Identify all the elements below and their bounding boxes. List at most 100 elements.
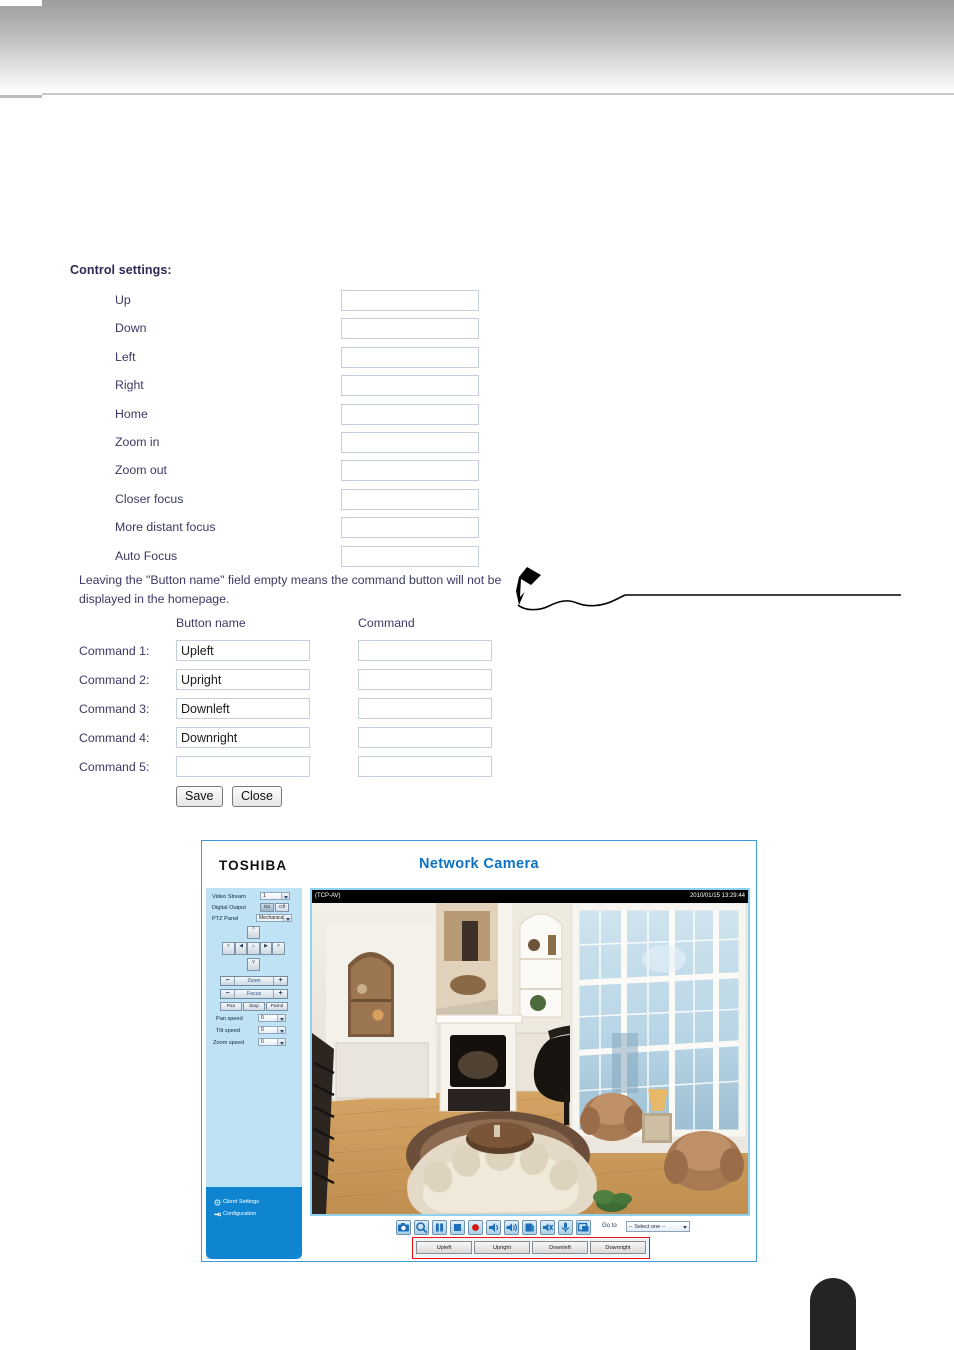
gear-icon [214, 1199, 221, 1206]
section-title: Control settings: [70, 263, 172, 277]
chevron-down-icon [277, 1015, 285, 1021]
control-setting-input[interactable] [341, 290, 479, 311]
speaker-icon[interactable] [504, 1220, 519, 1235]
control-setting-label: Left [115, 349, 136, 364]
command-button-name-input[interactable] [176, 756, 310, 777]
ptz-direction-pad: ^ v < ◀ ⌂ ▶ > [206, 926, 302, 972]
camera-app-screenshot: TOSHIBA Network Camera Video Stream 1 Di… [201, 840, 757, 1262]
command-value-input[interactable] [358, 727, 492, 748]
control-setting-row: Closer focus [0, 488, 954, 517]
record-icon[interactable] [468, 1220, 483, 1235]
command-value-input[interactable] [358, 698, 492, 719]
zoom-control-row: − Zoom + [220, 976, 288, 986]
command-button-name-input[interactable] [176, 727, 310, 748]
command-button-name-input[interactable] [176, 669, 310, 690]
control-setting-input[interactable] [341, 460, 479, 482]
pen-nib-icon [516, 567, 901, 611]
control-setting-label: More distant focus [115, 520, 216, 535]
control-settings-list: Up Down Left Right Home Zoom in Zoom out Closer… [0, 290, 954, 574]
video-stream-select[interactable]: 1 [260, 892, 290, 900]
ptz-panel-label: PTZ Panel [212, 916, 239, 922]
save-button[interactable]: Save [176, 786, 223, 807]
control-setting-row: Up [0, 290, 954, 318]
camera-toolbar: Go to -- Select one -- [310, 1220, 750, 1236]
control-setting-input[interactable] [341, 318, 479, 340]
command-row-label: Command 5: [79, 760, 150, 774]
pan-speed-label: Pan speed [216, 1016, 243, 1022]
form-button-group: Save Close [176, 786, 287, 807]
control-setting-row: Zoom out [0, 460, 954, 488]
ptz-right-button[interactable]: ▶ [260, 942, 272, 955]
camera-sidebar-footer: Client Settings Configuration [206, 1187, 302, 1259]
command-value-input[interactable] [358, 640, 492, 661]
command-row-label: Command 4: [79, 731, 150, 745]
pan-speed-select[interactable]: 0 [258, 1014, 286, 1022]
ptz-left-end-button[interactable]: < [222, 942, 235, 955]
wrench-icon [214, 1212, 221, 1217]
control-setting-input[interactable] [341, 431, 479, 453]
control-setting-label: Down [115, 321, 147, 336]
stop-button[interactable]: Stop [243, 1002, 265, 1011]
control-setting-label: Home [115, 406, 148, 421]
command-button-name-input[interactable] [176, 698, 310, 719]
configuration-link[interactable]: Configuration [223, 1211, 256, 1217]
digital-output-on-button[interactable]: On [260, 903, 274, 912]
ptz-left-button[interactable]: ◀ [235, 942, 247, 955]
control-setting-input[interactable] [341, 545, 479, 567]
talk-icon[interactable] [522, 1220, 537, 1235]
living-room-scene [312, 903, 748, 1214]
ptz-right-end-button[interactable]: > [272, 942, 285, 955]
snapshot-icon[interactable] [396, 1220, 411, 1235]
control-setting-row: Home [0, 403, 954, 432]
goto-preset-select[interactable]: -- Select one -- [626, 1221, 690, 1232]
microphone-icon[interactable] [558, 1220, 573, 1235]
pan-button[interactable]: Pan [220, 1002, 242, 1011]
ptz-up-button[interactable]: ^ [247, 926, 260, 939]
close-button[interactable]: Close [231, 786, 282, 807]
volume-icon[interactable] [486, 1220, 501, 1235]
column-header-button-name: Button name [176, 616, 246, 630]
pause-icon[interactable] [432, 1220, 447, 1235]
fullscreen-icon[interactable] [576, 1220, 591, 1235]
patrol-button[interactable]: Patrol [266, 1002, 288, 1011]
chevron-down-icon [277, 1039, 285, 1045]
command-row: Command 5: [0, 756, 954, 785]
zoom-speed-select[interactable]: 0 [258, 1038, 286, 1046]
command-row-label: Command 3: [79, 702, 150, 716]
command-buttons-highlight-box: Upleft Upright Downleft Downright [412, 1237, 650, 1259]
command-button-name-input[interactable] [176, 640, 310, 661]
focus-plus-button[interactable]: + [273, 990, 287, 998]
zoom-plus-button[interactable]: + [273, 977, 287, 985]
command-row: Command 3: [0, 698, 954, 727]
camera-command-button[interactable]: Downright [590, 1241, 646, 1254]
ptz-panel-select[interactable]: Mechanical [256, 914, 292, 922]
control-setting-input[interactable] [341, 375, 479, 397]
camera-command-button[interactable]: Downleft [532, 1241, 588, 1254]
ptz-home-button[interactable]: ⌂ [247, 942, 260, 955]
digital-output-off-button[interactable]: Off [275, 903, 289, 912]
control-setting-row: More distant focus [0, 517, 954, 545]
goto-label: Go to [602, 1223, 617, 1229]
camera-command-button[interactable]: Upright [474, 1241, 530, 1254]
control-setting-row: Left [0, 346, 954, 375]
camera-video-view[interactable]: (TCP-AV) 2010/01/15 13:29:44 [310, 888, 750, 1216]
camera-command-button[interactable]: Upleft [416, 1241, 472, 1254]
control-setting-label: Auto Focus [115, 548, 178, 563]
control-setting-input[interactable] [341, 346, 479, 368]
ptz-down-button[interactable]: v [247, 958, 260, 971]
tilt-speed-select[interactable]: 0 [258, 1026, 286, 1034]
control-setting-label: Up [115, 293, 131, 307]
stop-icon[interactable] [450, 1220, 465, 1235]
command-value-input[interactable] [358, 669, 492, 690]
control-setting-input[interactable] [341, 403, 479, 425]
command-rows-list: Command 1: Command 2: Command 3: Command 4:… [0, 640, 954, 785]
mute-icon[interactable] [540, 1220, 555, 1235]
command-row-label: Command 2: [79, 673, 150, 687]
client-settings-link[interactable]: Client Settings [223, 1199, 259, 1205]
control-setting-input[interactable] [341, 488, 479, 510]
command-row-label: Command 1: [79, 644, 150, 658]
column-header-command: Command [358, 616, 415, 630]
control-setting-input[interactable] [341, 517, 479, 539]
digital-zoom-icon[interactable] [414, 1220, 429, 1235]
command-value-input[interactable] [358, 756, 492, 777]
